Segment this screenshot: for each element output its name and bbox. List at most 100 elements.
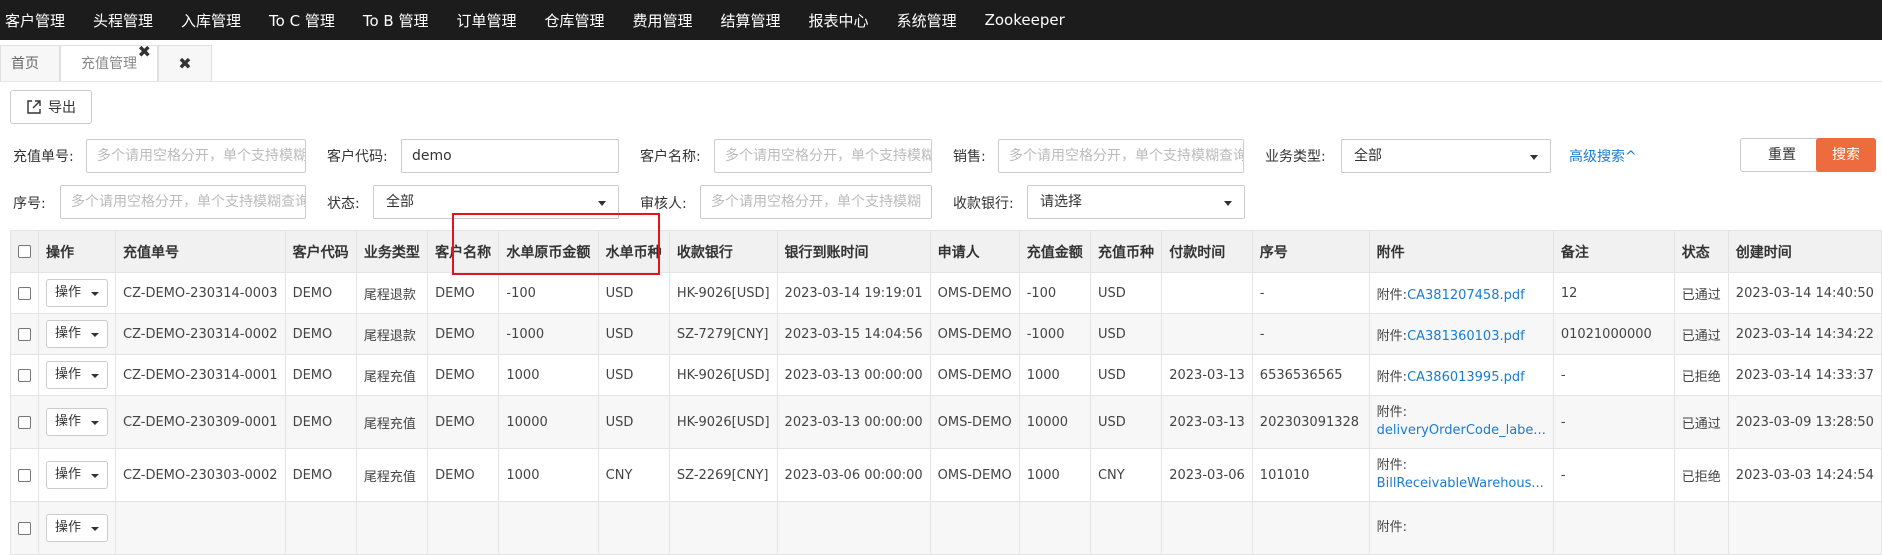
- cell-serial: -: [1251, 313, 1370, 355]
- cell-status: 已拒绝: [1673, 354, 1729, 396]
- operation-dropdown[interactable]: 操作: [46, 361, 108, 389]
- cell-pay-time: 2023-03-13: [1161, 395, 1253, 449]
- serial-input[interactable]: 多个请用空格分开，单个支持模糊查询: [60, 185, 306, 219]
- nav-inbound[interactable]: 入库管理: [181, 10, 253, 31]
- cell-created: [1727, 501, 1882, 555]
- cell-amount: -1000: [1018, 313, 1091, 355]
- nav-first-leg[interactable]: 头程管理: [93, 10, 165, 31]
- cell-remark: -: [1552, 354, 1675, 396]
- biz-type-label: 业务类型:: [1265, 149, 1326, 165]
- row-select-cell[interactable]: [10, 448, 39, 502]
- operation-dropdown[interactable]: 操作: [46, 408, 108, 436]
- reset-button[interactable]: 重置: [1740, 138, 1824, 172]
- bank-select[interactable]: 请选择: [1027, 185, 1245, 219]
- attachment-link[interactable]: CA381360103.pdf: [1407, 329, 1525, 344]
- attachment-link[interactable]: CA381207458.pdf: [1407, 288, 1525, 303]
- row-select-cell[interactable]: [10, 354, 39, 396]
- close-all-tabs-button[interactable]: ✖: [158, 45, 212, 81]
- chevron-down-icon: [598, 201, 606, 206]
- attachment-link[interactable]: deliveryOrderCode_labe...: [1377, 422, 1546, 440]
- biz-type-select[interactable]: 全部: [1341, 139, 1551, 173]
- cell-cur: USD: [1089, 354, 1163, 396]
- operation-cell: 操作: [38, 313, 116, 355]
- advanced-search-link[interactable]: 高级搜索^: [1569, 146, 1637, 166]
- cell-bank: [668, 501, 778, 555]
- cell-biz: 尾程退款: [355, 313, 429, 355]
- cell-orig-cur: [597, 501, 670, 555]
- col-header: 状态: [1673, 230, 1729, 273]
- attachment-prefix: 附件:: [1376, 458, 1408, 473]
- nav-orders[interactable]: 订单管理: [456, 10, 528, 31]
- cell-orig-cur: CNY: [597, 448, 670, 502]
- customer-code-input[interactable]: demo: [401, 139, 619, 173]
- search-button[interactable]: 搜索: [1816, 138, 1876, 172]
- row-select-cell[interactable]: [10, 395, 39, 449]
- customer-code-label: 客户代码:: [327, 149, 388, 165]
- attachment-prefix: 附件:: [1376, 287, 1408, 303]
- cell-attachment: 附件:CA381207458.pdf: [1368, 272, 1554, 314]
- nav-warehouse[interactable]: 仓库管理: [545, 10, 617, 31]
- row-select-cell[interactable]: [10, 501, 39, 555]
- nav-settlement[interactable]: 结算管理: [721, 10, 793, 31]
- cell-no: CZ-DEMO-230309-0001: [115, 395, 286, 449]
- attachment-link[interactable]: CA386013995.pdf: [1407, 370, 1525, 385]
- cell-name: DEMO: [427, 313, 500, 355]
- cell-name: DEMO: [427, 272, 500, 314]
- cell-orig-cur: USD: [597, 354, 670, 396]
- row-select-cell[interactable]: [10, 272, 39, 314]
- row-checkbox[interactable]: [18, 415, 31, 429]
- col-header: 备注: [1552, 230, 1675, 273]
- cell-remark: -: [1552, 395, 1675, 449]
- cell-code: DEMO: [284, 448, 357, 502]
- export-button[interactable]: 导出: [10, 90, 92, 124]
- sales-input[interactable]: 多个请用空格分开，单个支持模糊查询: [998, 139, 1244, 173]
- top-navigation: 客户管理 头程管理 入库管理 To C 管理 To B 管理 订单管理 仓库管理…: [0, 0, 1882, 40]
- attachment-link[interactable]: BillReceivableWarehous...: [1377, 475, 1546, 493]
- nav-system[interactable]: 系统管理: [897, 10, 969, 31]
- operation-dropdown[interactable]: 操作: [46, 461, 108, 489]
- recharge-no-input[interactable]: 多个请用空格分开，单个支持模糊: [86, 139, 306, 173]
- nav-to-c[interactable]: To C 管理: [269, 10, 347, 31]
- select-all-checkbox[interactable]: [18, 245, 31, 258]
- cell-remark: 01021000000: [1552, 313, 1675, 355]
- select-all-header[interactable]: [10, 230, 39, 273]
- cell-amount: 10000: [1018, 395, 1091, 449]
- row-checkbox[interactable]: [18, 368, 31, 382]
- row-checkbox[interactable]: [18, 468, 31, 482]
- cell-arrive: 2023-03-14 19:19:01: [776, 272, 931, 314]
- cell-amount: -100: [1018, 272, 1091, 314]
- cell-cur: USD: [1089, 313, 1163, 355]
- nav-to-b[interactable]: To B 管理: [363, 10, 441, 31]
- cell-arrive: [776, 501, 931, 555]
- row-checkbox[interactable]: [18, 327, 31, 341]
- col-header: 收款银行: [668, 230, 778, 273]
- cell-code: DEMO: [284, 354, 357, 396]
- row-checkbox[interactable]: [18, 521, 31, 535]
- cell-arrive: 2023-03-06 00:00:00: [776, 448, 931, 502]
- operation-dropdown[interactable]: 操作: [46, 514, 108, 542]
- caret-down-icon: [91, 527, 99, 531]
- reviewer-input[interactable]: 多个请用空格分开，单个支持模糊: [700, 185, 932, 219]
- cell-remark: [1552, 501, 1675, 555]
- nav-zookeeper[interactable]: Zookeeper: [985, 11, 1077, 29]
- cell-no: CZ-DEMO-230314-0001: [115, 354, 286, 396]
- attachment-prefix: 附件:: [1376, 520, 1408, 535]
- close-icon[interactable]: ✖: [138, 44, 151, 60]
- attachment-prefix: 附件:: [1376, 328, 1408, 344]
- cell-code: DEMO: [284, 313, 357, 355]
- row-select-cell[interactable]: [10, 313, 39, 355]
- cell-no: CZ-DEMO-230303-0002: [115, 448, 286, 502]
- cell-biz: 尾程退款: [355, 272, 429, 314]
- cell-bank: SZ-2269[CNY]: [668, 448, 778, 502]
- row-checkbox[interactable]: [18, 286, 31, 300]
- tab-recharge[interactable]: 充值管理 ✖: [60, 44, 158, 81]
- nav-fees[interactable]: 费用管理: [633, 10, 705, 31]
- tab-home[interactable]: 首页: [0, 45, 60, 81]
- customer-name-input[interactable]: 多个请用空格分开，单个支持模糊: [714, 139, 932, 173]
- nav-reports[interactable]: 报表中心: [809, 10, 881, 31]
- operation-dropdown[interactable]: 操作: [46, 279, 108, 307]
- caret-down-icon: [91, 333, 99, 337]
- nav-customer[interactable]: 客户管理: [0, 10, 77, 31]
- operation-dropdown[interactable]: 操作: [46, 320, 108, 348]
- caret-down-icon: [91, 374, 99, 378]
